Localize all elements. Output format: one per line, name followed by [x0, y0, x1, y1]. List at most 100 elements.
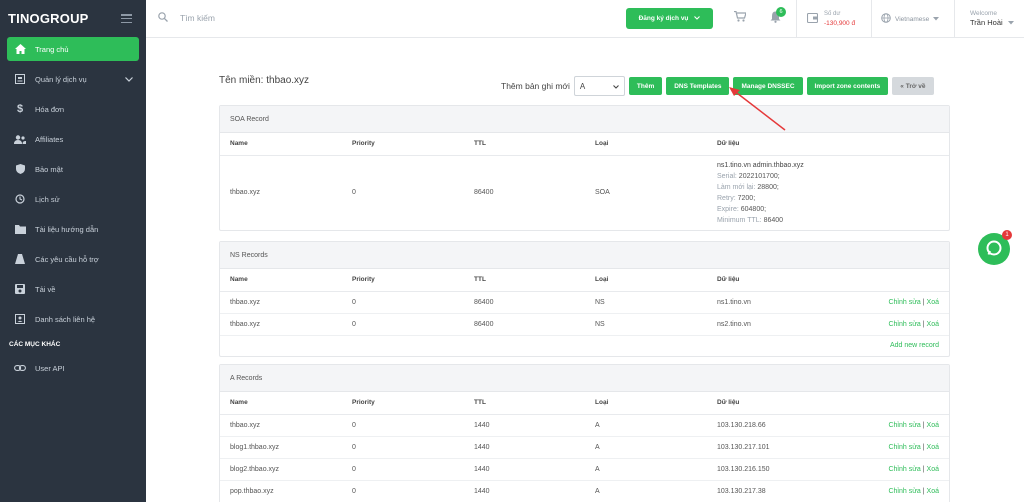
topbar: Tìm kiếm Đăng ký dịch vụ 6 Số dư -130,90…: [146, 0, 1024, 38]
sidebar-item-docs[interactable]: Tài liệu hướng dẫn: [7, 217, 139, 241]
soa-min-ttl: Minimum TTL: 86400: [717, 216, 784, 224]
edit-link[interactable]: Chỉnh sửa: [888, 299, 920, 306]
sidebar-item-services[interactable]: Quản lý dịch vụ: [7, 67, 139, 91]
link-icon: [13, 361, 27, 375]
delete-link[interactable]: Xoá: [927, 444, 939, 451]
delete-link[interactable]: Xoá: [927, 422, 939, 429]
cell-type: A: [585, 458, 707, 481]
cell-ttl: 1440: [464, 480, 585, 502]
users-icon: [13, 132, 27, 146]
sidebar-item-affiliates[interactable]: Affiliates: [7, 127, 139, 151]
add-record-button[interactable]: Thêm: [628, 77, 663, 95]
cell-name: thbao.xyz: [220, 291, 342, 314]
col-actions: [820, 392, 949, 415]
ticket-icon: [13, 252, 27, 266]
sidebar-item-security[interactable]: Bảo mật: [7, 157, 139, 181]
chevron-down-icon: [613, 82, 619, 91]
contacts-icon: [13, 312, 27, 326]
logo[interactable]: TINOGROUP: [8, 11, 89, 26]
cell-data: 103.130.217.38: [707, 480, 821, 502]
language-label: Vietnamese: [895, 15, 930, 23]
col-ttl: TTL: [464, 269, 585, 292]
col-actions: [799, 269, 949, 292]
chat-widget-button[interactable]: 1: [978, 230, 1012, 265]
col-data: Dữ liệu: [707, 392, 821, 415]
shield-icon: [13, 162, 27, 176]
balance-value: -130,900 đ: [824, 20, 856, 27]
import-zone-button[interactable]: Import zone contents: [806, 77, 889, 95]
divider: [954, 0, 955, 37]
soa-expire: Expire: 604800;: [717, 205, 767, 213]
hamburger-menu-icon[interactable]: [121, 14, 132, 23]
dns-templates-button[interactable]: DNS Templates: [666, 77, 730, 95]
sidebar-item-label: Trang chủ: [35, 44, 69, 54]
caret-down-icon: [933, 16, 940, 23]
table-header: Name Priority TTL Loại Dữ liệu: [220, 133, 949, 156]
sidebar-item-history[interactable]: Lịch sử: [7, 187, 139, 211]
delete-link[interactable]: Xoá: [927, 466, 939, 473]
sidebar-item-invoices[interactable]: $ Hóa đơn: [7, 97, 139, 121]
cell-actions: Chỉnh sửa | Xoá: [799, 291, 949, 314]
cart-icon[interactable]: [734, 10, 747, 24]
cell-data: 103.130.217.101: [707, 436, 821, 459]
cell-type: NS: [585, 313, 707, 336]
edit-link[interactable]: Chỉnh sửa: [888, 444, 920, 451]
edit-link[interactable]: Chỉnh sửa: [888, 321, 920, 328]
cell-name: thbao.xyz: [220, 313, 342, 336]
cell-priority: 0: [342, 414, 464, 437]
col-priority: Priority: [342, 392, 464, 415]
sidebar-item-label: Bảo mật: [35, 164, 63, 174]
sidebar-item-home[interactable]: Trang chủ: [7, 37, 139, 61]
card-title: A Records: [220, 365, 949, 392]
card-title: SOA Record: [220, 106, 949, 133]
welcome-label: Welcome: [970, 10, 997, 17]
search-bar[interactable]: Tìm kiếm: [158, 12, 215, 24]
user-menu[interactable]: Welcome Trần Hoài: [970, 9, 1014, 27]
edit-link[interactable]: Chỉnh sửa: [888, 466, 920, 473]
sidebar-item-label: Hóa đơn: [35, 104, 65, 114]
register-service-button[interactable]: Đăng ký dịch vụ: [626, 8, 713, 29]
cell-name: blog2.thbao.xyz: [220, 458, 342, 481]
divider: [796, 0, 797, 37]
language-selector[interactable]: Vietnamese: [881, 13, 940, 25]
cell-actions: Chỉnh sửa | Xoá: [820, 480, 949, 502]
record-type-select[interactable]: A: [573, 76, 625, 96]
sidebar-item-label: Các yêu cầu hỗ trợ: [35, 254, 99, 264]
sidebar-item-user-api[interactable]: User API: [7, 356, 139, 380]
bell-icon[interactable]: 6: [770, 7, 786, 25]
a-records-card: A Records Name Priority TTL Loại Dữ liệu…: [219, 364, 950, 502]
soa-serial: Serial: 2022101700;: [717, 172, 780, 180]
cell-data: 103.130.218.66: [707, 414, 821, 437]
col-ttl: TTL: [464, 133, 585, 156]
soa-table: Name Priority TTL Loại Dữ liệu thbao.xyz…: [220, 133, 949, 230]
col-type: Loại: [585, 269, 707, 292]
table-row: thbao.xyz 0 1440 A 103.130.218.66 Chỉnh …: [220, 414, 949, 437]
chevron-down-icon: [694, 15, 701, 22]
user-name: Trần Hoài: [970, 18, 1014, 27]
delete-link[interactable]: Xoá: [927, 488, 939, 495]
edit-link[interactable]: Chỉnh sửa: [888, 422, 920, 429]
sidebar-item-label: Lịch sử: [35, 194, 60, 204]
sidebar-item-downloads[interactable]: Tải về: [7, 277, 139, 301]
cell-data: ns1.tino.vn admin.thbao.xyz Serial: 2022…: [707, 155, 949, 230]
cell-priority: 0: [342, 458, 464, 481]
sidebar-item-contacts[interactable]: Danh sách liên hệ: [7, 307, 139, 331]
search-input[interactable]: Tìm kiếm: [180, 13, 215, 23]
soa-record-card: SOA Record Name Priority TTL Loại Dữ liệ…: [219, 105, 950, 231]
delete-link[interactable]: Xoá: [927, 321, 939, 328]
logo-bar: TINOGROUP: [0, 0, 146, 37]
edit-link[interactable]: Chỉnh sửa: [888, 488, 920, 495]
delete-link[interactable]: Xoá: [927, 299, 939, 306]
server-icon: [13, 72, 27, 86]
balance-widget[interactable]: Số dư -130,900 đ: [806, 10, 856, 28]
back-button[interactable]: « Trở về: [892, 77, 934, 95]
cell-ttl: 86400: [474, 189, 494, 197]
add-new-record-link[interactable]: Add new record: [220, 335, 949, 356]
table-row: pop.thbao.xyz 0 1440 A 103.130.217.38 Ch…: [220, 480, 949, 502]
cell-actions: Chỉnh sửa | Xoá: [799, 313, 949, 336]
main-content: Tên miền: thbao.xyz Thêm bản ghi mới A T…: [146, 38, 1024, 502]
dollar-icon: $: [16, 103, 24, 115]
sidebar-item-support[interactable]: Các yêu cầu hỗ trợ: [7, 247, 139, 271]
caret-down-icon: [1007, 18, 1014, 27]
cell-priority: 0: [342, 436, 464, 459]
